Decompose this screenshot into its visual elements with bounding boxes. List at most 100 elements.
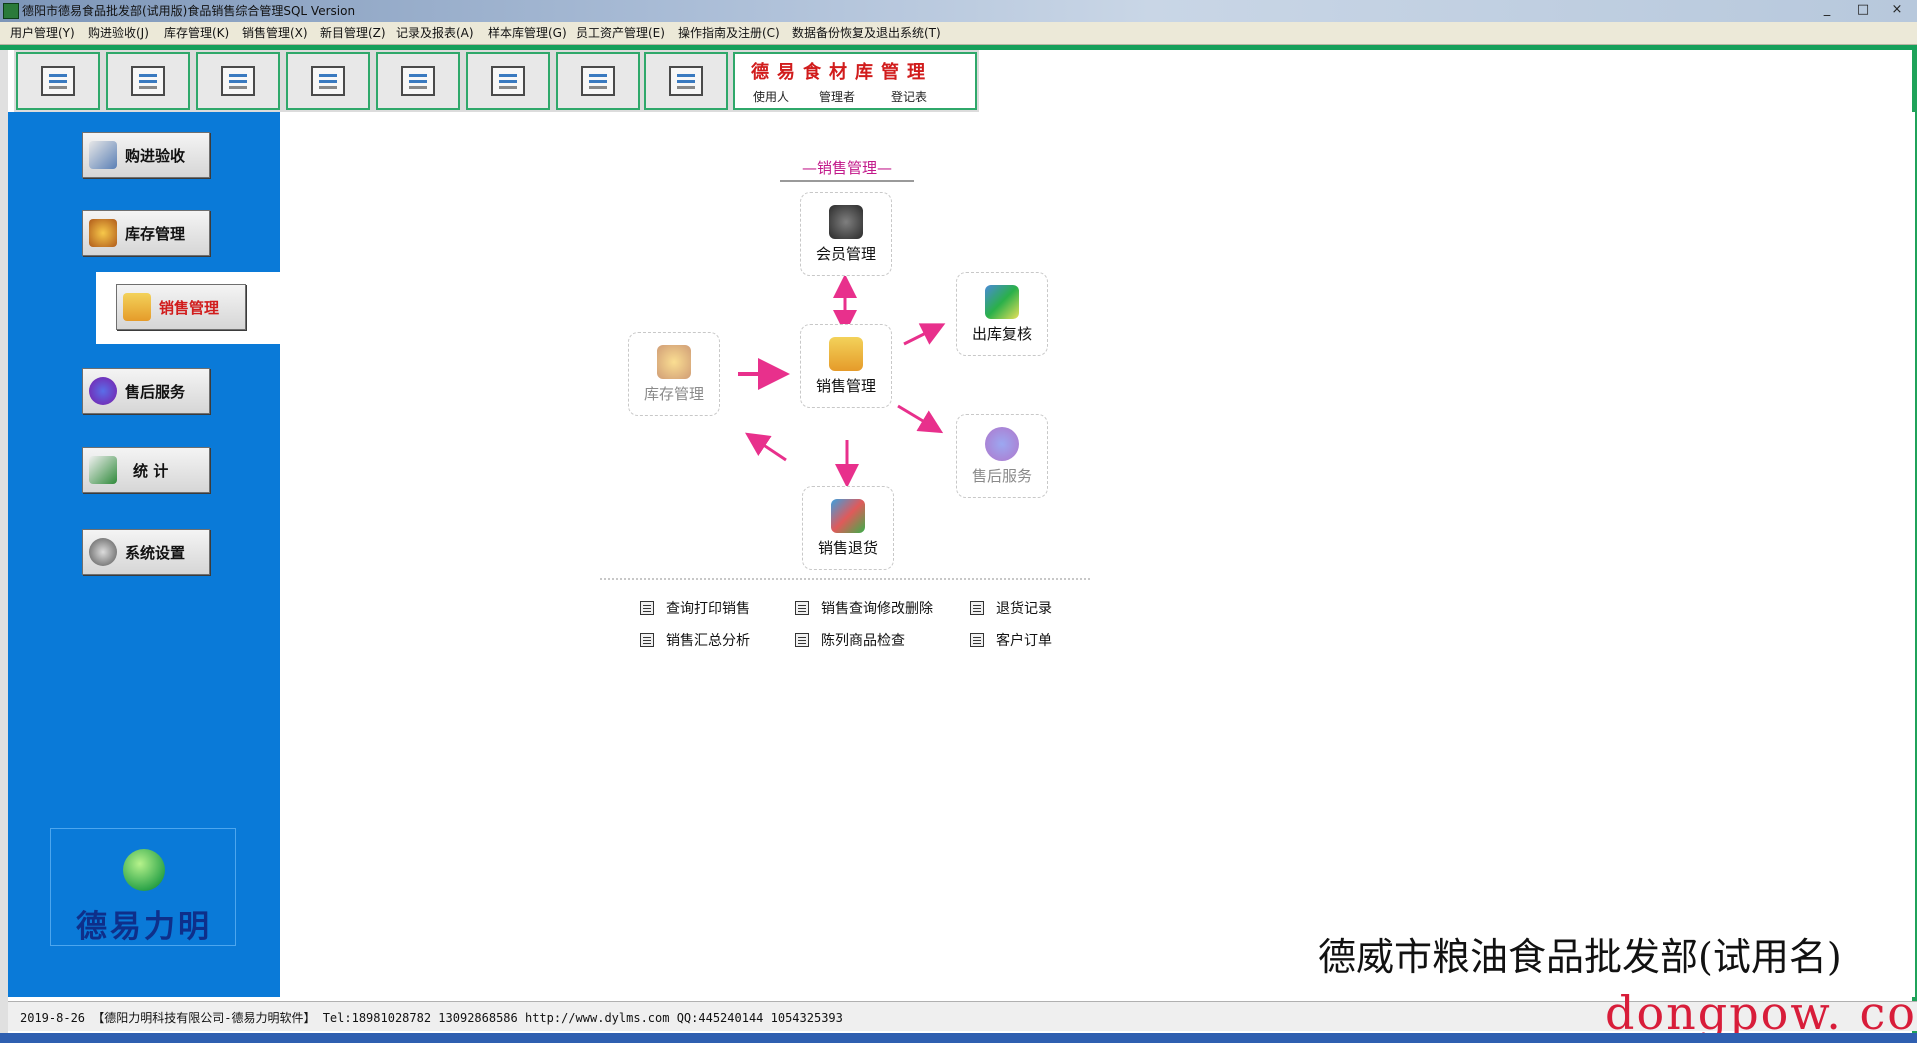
service-icon: [89, 377, 117, 405]
menu-bar: 用户管理(Y) 购进验收(J) 库存管理(K) 销售管理(X) 新目管理(Z) …: [0, 22, 1917, 45]
divider: [600, 578, 1090, 580]
document-icon: [131, 66, 165, 96]
main-content: [280, 112, 1915, 997]
toolbar-refresh-button[interactable]: [16, 52, 100, 110]
book-icon: [581, 66, 615, 96]
link-label: 客户订单: [996, 633, 1052, 649]
link-return-records[interactable]: 退货记录: [970, 598, 1052, 618]
sidebar-item-inventory[interactable]: 库存管理: [82, 210, 210, 256]
link-label: 销售查询修改删除: [821, 601, 933, 617]
list-icon: [970, 633, 984, 647]
link-label: 销售汇总分析: [666, 633, 750, 649]
menu-guide[interactable]: 操作指南及注册(C): [676, 22, 782, 44]
window-icon: [221, 66, 255, 96]
section-title: —销售管理—: [780, 156, 914, 182]
menu-user[interactable]: 用户管理(Y): [8, 22, 77, 44]
sidebar-item-sales[interactable]: 销售管理: [116, 284, 246, 330]
list-icon: [795, 601, 809, 615]
list-icon: [795, 633, 809, 647]
node-aftersale[interactable]: 售后服务: [956, 414, 1048, 498]
node-review[interactable]: 出库复核: [956, 272, 1048, 356]
menu-staff[interactable]: 员工资产管理(E): [574, 22, 667, 44]
node-member[interactable]: 会员管理: [800, 192, 892, 276]
watermark: dongpow. com: [1605, 986, 1917, 1040]
brand-text: 德易力明: [76, 909, 212, 945]
company-name: 德威市粮油食品批发部(试用名): [1318, 935, 1842, 979]
link-sales-summary[interactable]: 销售汇总分析: [640, 630, 750, 650]
menu-backup[interactable]: 数据备份恢复及退出系统(T): [790, 22, 943, 44]
exit-icon: [669, 66, 703, 96]
logo-user-link[interactable]: 使用人: [753, 88, 789, 105]
logo-register-link[interactable]: 登记表: [891, 88, 927, 105]
link-customer-orders[interactable]: 客户订单: [970, 630, 1052, 650]
node-aftersale-label: 售后服务: [971, 467, 1032, 485]
menu-inventory[interactable]: 库存管理(K): [162, 22, 231, 44]
toolbar-book-button[interactable]: [556, 52, 640, 110]
close-button[interactable]: ×: [1880, 1, 1914, 19]
node-sales-label: 销售管理: [815, 377, 876, 395]
link-label: 陈列商品检查: [821, 633, 905, 649]
menu-samples[interactable]: 样本库管理(G): [486, 22, 569, 44]
arrow-returns-to-stock: [745, 432, 787, 462]
node-returns-label: 销售退货: [817, 539, 878, 557]
report-icon: [311, 66, 345, 96]
maximize-button[interactable]: □: [1846, 1, 1880, 19]
sidebar-item-aftersale[interactable]: 售后服务: [82, 368, 210, 414]
link-display-check[interactable]: 陈列商品检查: [795, 630, 905, 650]
service-icon: [985, 427, 1019, 461]
chart-icon: [89, 456, 117, 484]
inventory-icon: [89, 219, 117, 247]
minimize-button[interactable]: _: [1810, 1, 1844, 19]
cart-icon: [123, 293, 151, 321]
sidebar-item-label: 购进验收: [125, 146, 186, 165]
link-label: 退货记录: [996, 601, 1052, 617]
brand-logo: 德易力明: [50, 828, 236, 946]
window-title: 德阳市德易食品批发部(试用版)食品销售综合管理SQL Version: [22, 4, 356, 18]
link-query-edit[interactable]: 销售查询修改删除: [795, 598, 933, 618]
purchase-icon: [89, 141, 117, 169]
gear-icon: [89, 538, 117, 566]
node-stock-label: 库存管理: [643, 385, 704, 403]
node-returns[interactable]: 销售退货: [802, 486, 894, 570]
status-text: 2019-8-26 【德阳力明科技有限公司-德易力明软件】 Tel:189810…: [20, 1011, 843, 1025]
node-sales[interactable]: 销售管理: [800, 324, 892, 408]
sidebar-item-label: 销售管理: [159, 298, 220, 317]
toolbar-image-button[interactable]: [466, 52, 550, 110]
link-query-print[interactable]: 查询打印销售: [640, 598, 750, 618]
sidebar-item-purchase[interactable]: 购进验收: [82, 132, 210, 178]
sidebar-item-label: 库存管理: [125, 224, 186, 243]
toolbar-report-button[interactable]: [286, 52, 370, 110]
node-review-label: 出库复核: [971, 325, 1032, 343]
title-bar: 德阳市德易食品批发部(试用版)食品销售综合管理SQL Version _ □ ×: [0, 0, 1917, 22]
toolbar-document-button[interactable]: [106, 52, 190, 110]
sidebar-item-label: 售后服务: [125, 382, 186, 401]
brand-icon: [123, 849, 165, 891]
list-icon: [970, 601, 984, 615]
toolbar-tools-button[interactable]: [376, 52, 460, 110]
logo-panel: 德易食材库管理 使用人 管理者 登记表: [733, 52, 977, 110]
left-edge: [0, 50, 8, 1033]
list-icon: [640, 633, 654, 647]
image-icon: [491, 66, 525, 96]
taskbar: [0, 1033, 1917, 1043]
menu-purchase[interactable]: 购进验收(J): [86, 22, 151, 44]
cart-icon: [829, 337, 863, 371]
tools-icon: [401, 66, 435, 96]
arrow-to-aftersale: [897, 404, 944, 434]
members-icon: [829, 205, 863, 239]
node-stock[interactable]: 库存管理: [628, 332, 720, 416]
sidebar-item-label: 统 计: [133, 461, 169, 480]
sidebar-item-settings[interactable]: 系统设置: [82, 529, 210, 575]
inventory-icon: [657, 345, 691, 379]
menu-new[interactable]: 新目管理(Z): [318, 22, 388, 44]
logo-manager-link[interactable]: 管理者: [819, 88, 855, 105]
refresh-icon: [41, 66, 75, 96]
link-label: 查询打印销售: [666, 601, 750, 617]
sidebar-item-statistics[interactable]: 统 计: [82, 447, 210, 493]
menu-sales[interactable]: 销售管理(X): [240, 22, 310, 44]
node-member-label: 会员管理: [815, 245, 876, 263]
list-icon: [640, 601, 654, 615]
toolbar-window-button[interactable]: [196, 52, 280, 110]
menu-records[interactable]: 记录及报表(A): [394, 22, 476, 44]
toolbar-exit-button[interactable]: [644, 52, 728, 110]
